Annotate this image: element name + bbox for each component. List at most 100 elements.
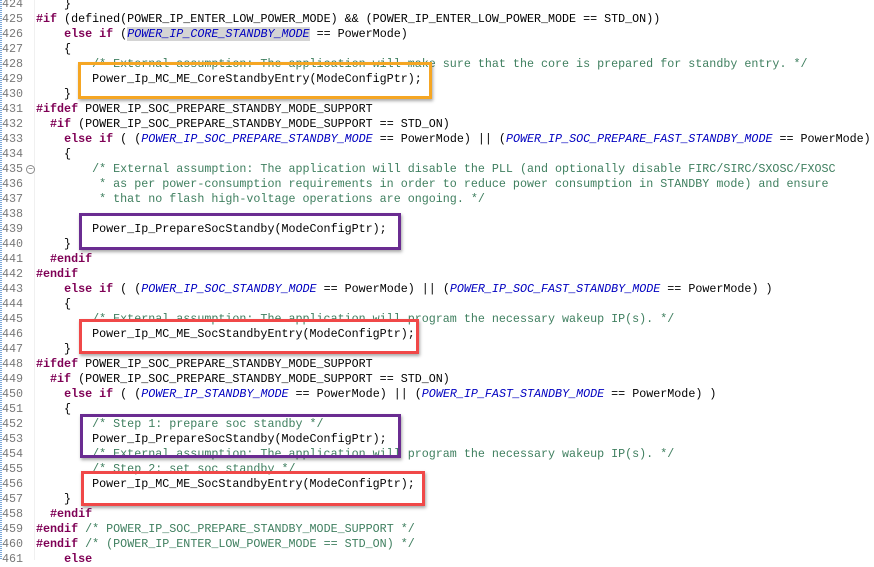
code-token: ( (	[113, 282, 142, 296]
code-text: #if (defined(POWER_IP_ENTER_LOW_POWER_MO…	[36, 12, 660, 27]
code-token: == PowerMode)	[772, 132, 871, 146]
code-line[interactable]: 432 #if (POWER_IP_SOC_PREPARE_STANDBY_MO…	[0, 117, 874, 132]
code-line[interactable]: 452 /* Step 1: prepare soc standby */	[0, 417, 874, 432]
code-token: }	[36, 492, 72, 506]
code-text: Power_Ip_MC_ME_SocStandbyEntry(ModeConfi…	[36, 477, 415, 492]
code-token: ( (	[113, 387, 142, 401]
code-token: == PowerMode)	[309, 27, 408, 41]
line-number: 460	[2, 537, 24, 551]
code-text: Power_Ip_PrepareSocStandby(ModeConfigPtr…	[36, 432, 387, 447]
code-line[interactable]: 428 /* External assumption: The applicat…	[0, 57, 874, 72]
keyword: #if	[50, 117, 72, 131]
code-line[interactable]: 431 #ifdef POWER_IP_SOC_PREPARE_STANDBY_M…	[0, 102, 874, 117]
macro-identifier: POWER_IP_SOC_PREPARE_FAST_STANDBY_MODE	[505, 132, 773, 146]
code-line[interactable]: 444 {	[0, 297, 874, 312]
code-token: (POWER_IP_SOC_PREPARE_STANDBY_MODE_SUPPO…	[71, 117, 450, 131]
code-text: #ifdef POWER_IP_SOC_PREPARE_STANDBY_MODE…	[36, 357, 373, 372]
code-line[interactable]: 458 #endif	[0, 507, 874, 522]
comment: /* Step 1: prepare soc standby */	[92, 417, 324, 431]
code-line[interactable]: 433 else if ( (POWER_IP_SOC_PREPARE_STAN…	[0, 132, 874, 147]
code-text: #endif	[36, 267, 78, 282]
code-token: Power_Ip_PrepareSocStandby(ModeConfigPtr…	[36, 432, 387, 446]
code-text: Power_Ip_MC_ME_CoreStandbyEntry(ModeConf…	[36, 72, 422, 87]
code-line[interactable]: 442 #endif	[0, 267, 874, 282]
line-number: 454	[2, 447, 24, 461]
code-line[interactable]: 429 Power_Ip_MC_ME_CoreStandbyEntry(Mode…	[0, 72, 874, 87]
code-line[interactable]: 441 #endif	[0, 252, 874, 267]
code-line[interactable]: 440 }	[0, 237, 874, 252]
code-line[interactable]: 447 }	[0, 342, 874, 357]
code-text: #endif /* (POWER_IP_ENTER_LOW_POWER_MODE…	[36, 537, 415, 552]
keyword: else if	[64, 387, 114, 401]
code-token: (	[113, 27, 128, 41]
code-token: Power_Ip_MC_ME_SocStandbyEntry(ModeConfi…	[36, 327, 415, 341]
macro-identifier: POWER_IP_FAST_STANDBY_MODE	[421, 387, 605, 401]
line-number: 439	[2, 222, 24, 236]
code-line[interactable]: 437 * that no flash high-voltage operati…	[0, 192, 874, 207]
line-number: 444	[2, 297, 24, 311]
code-line[interactable]: 443 else if ( (POWER_IP_SOC_STANDBY_MODE…	[0, 282, 874, 297]
code-text: }	[36, 492, 71, 507]
code-line[interactable]: 435− /* External assumption: The applica…	[0, 162, 874, 177]
code-line[interactable]: 448 #ifdef POWER_IP_SOC_PREPARE_STANDBY_M…	[0, 357, 874, 372]
code-line[interactable]: 439 Power_Ip_PrepareSocStandby(ModeConfi…	[0, 222, 874, 237]
line-number: 427	[2, 42, 24, 56]
code-line[interactable]: 457 }	[0, 492, 874, 507]
line-number: 443	[2, 282, 24, 296]
code-text: /* External assumption: The application …	[36, 312, 674, 327]
code-line[interactable]: 454 /* External assumption: The applicat…	[0, 447, 874, 462]
code-text: #ifdef POWER_IP_SOC_PREPARE_STANDBY_MODE…	[36, 102, 373, 117]
code-line[interactable]: 455 /* Step 2: set soc standby */	[0, 462, 874, 477]
code-token: Power_Ip_MC_ME_SocStandbyEntry(ModeConfi…	[36, 477, 415, 491]
fold-collapse-icon[interactable]: −	[26, 165, 35, 174]
code-line[interactable]: 446 Power_Ip_MC_ME_SocStandbyEntry(ModeC…	[0, 327, 874, 342]
code-line[interactable]: 459 #endif /* POWER_IP_SOC_PREPARE_STANDB…	[0, 522, 874, 537]
code-line[interactable]: 450 else if ( (POWER_IP_STANDBY_MODE == …	[0, 387, 874, 402]
code-token: == PowerMode) || (	[288, 387, 422, 401]
code-text: else if (POWER_IP_CORE_STANDBY_MODE == P…	[36, 27, 408, 42]
code-line[interactable]: 449 #if (POWER_IP_SOC_PREPARE_STANDBY_MO…	[0, 372, 874, 387]
code-text: /* External assumption: The application …	[36, 57, 807, 72]
code-line[interactable]: 438	[0, 207, 874, 222]
code-editor[interactable]: 424 } 425 #if (defined(POWER_IP_ENTER_LOW_…	[0, 0, 874, 567]
code-line[interactable]: 427 {	[0, 42, 874, 57]
code-line[interactable]: 426 else if (POWER_IP_CORE_STANDBY_MODE …	[0, 27, 874, 42]
keyword: #if	[50, 372, 72, 386]
macro-identifier: POWER_IP_SOC_PREPARE_STANDBY_MODE	[141, 132, 373, 146]
code-line[interactable]: 453 Power_Ip_PrepareSocStandby(ModeConfi…	[0, 432, 874, 447]
code-line[interactable]: 425 #if (defined(POWER_IP_ENTER_LOW_POWER…	[0, 12, 874, 27]
code-text: #endif	[36, 252, 92, 267]
code-token: ( (	[113, 132, 142, 146]
line-number: 448	[2, 357, 24, 371]
code-line[interactable]: 451 {	[0, 402, 874, 417]
code-text: else if ( (POWER_IP_SOC_PREPARE_STANDBY_…	[36, 132, 871, 147]
code-text: * as per power-consumption requirements …	[36, 177, 828, 192]
code-line[interactable]: 424 }	[0, 0, 874, 12]
comment: /* (POWER_IP_ENTER_LOW_POWER_MODE == STD…	[85, 537, 415, 551]
code-line[interactable]: 430 }	[0, 87, 874, 102]
line-number: 441	[2, 252, 24, 266]
code-text: /* External assumption: The application …	[36, 447, 674, 462]
macro-identifier: POWER_IP_SOC_STANDBY_MODE	[141, 282, 317, 296]
code-line[interactable]: 434 {	[0, 147, 874, 162]
code-token: == PowerMode) )	[660, 282, 773, 296]
line-number: 446	[2, 327, 24, 341]
code-line[interactable]: 456 Power_Ip_MC_ME_SocStandbyEntry(ModeC…	[0, 477, 874, 492]
code-line[interactable]: 436 * as per power-consumption requireme…	[0, 177, 874, 192]
code-line[interactable]: 445 /* External assumption: The applicat…	[0, 312, 874, 327]
code-line[interactable]: 460 #endif /* (POWER_IP_ENTER_LOW_POWER_M…	[0, 537, 874, 552]
code-token: Power_Ip_MC_ME_CoreStandbyEntry(ModeConf…	[36, 72, 422, 86]
code-text: /* Step 1: prepare soc standby */	[36, 417, 324, 432]
comment: /* Step 2: set soc standby */	[92, 462, 296, 476]
code-token: {	[36, 402, 72, 416]
